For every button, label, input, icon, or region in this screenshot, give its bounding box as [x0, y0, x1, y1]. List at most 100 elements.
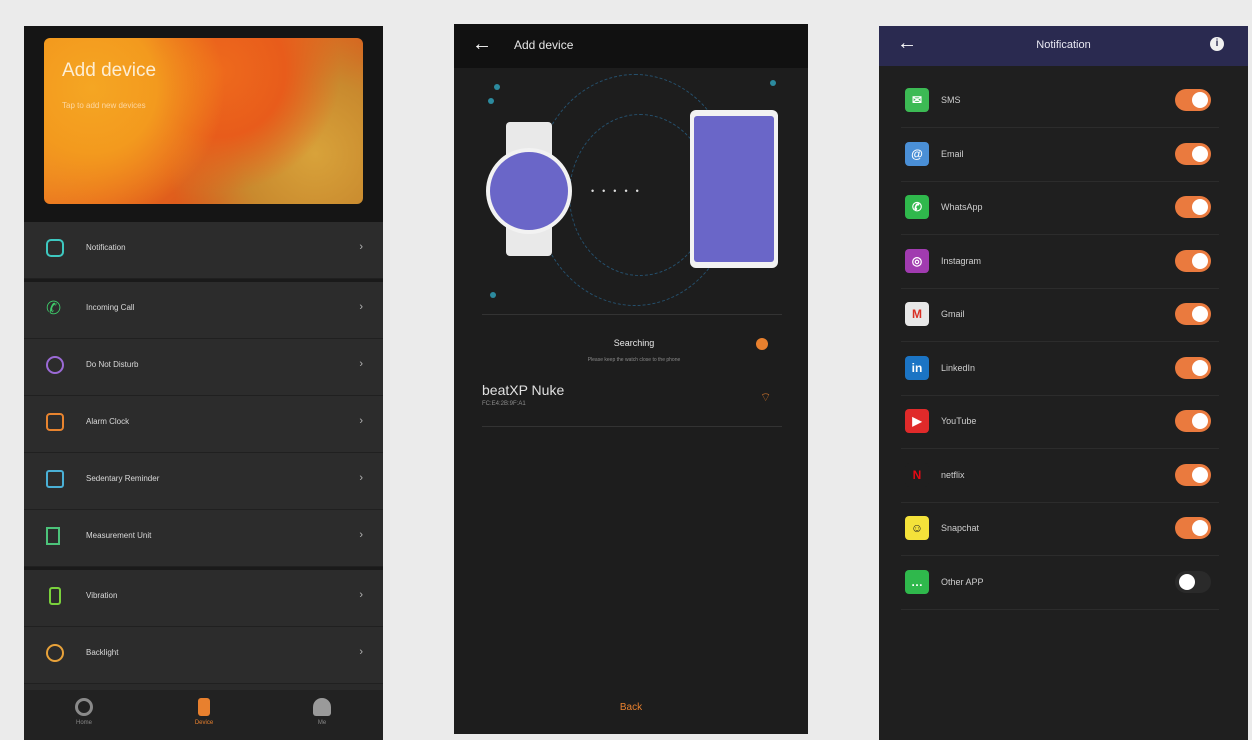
notification-row: in LinkedIn — [901, 342, 1219, 396]
tab-label: Me — [317, 720, 327, 726]
sms-icon: ✉ — [905, 88, 929, 112]
netflix-icon: N — [905, 462, 929, 487]
searching-hint: Please keep the watch close to the phone — [587, 357, 681, 363]
page-title: Add device — [514, 38, 574, 52]
menu-item-label: Alarm Clock — [86, 417, 130, 426]
moon-icon — [46, 356, 64, 374]
app-label: SMS — [941, 95, 961, 105]
other-app-icon: … — [905, 569, 929, 594]
back-arrow-icon[interactable]: ← — [472, 33, 492, 56]
notification-row: ✆ WhatsApp — [901, 181, 1219, 235]
chevron-right-icon: › — [359, 241, 363, 253]
instagram-icon: ◎ — [905, 248, 929, 273]
app-label: Other APP — [941, 576, 984, 587]
vibration-icon — [49, 587, 61, 605]
linkedin-icon: in — [905, 355, 929, 380]
divider — [482, 314, 782, 315]
menu-item-label: Backlight — [86, 648, 119, 657]
menu-item-label: Incoming Call — [86, 303, 135, 312]
notification-row: ☺ Snapchat — [901, 502, 1219, 556]
device-settings-screen: Add device Tap to add new devices Notifi… — [24, 26, 383, 740]
ruler-icon — [46, 527, 60, 545]
menu-item-do-not-disturb[interactable]: Do Not Disturb › — [24, 339, 383, 396]
tab-me[interactable]: Me — [292, 698, 352, 726]
email-icon: @ — [905, 141, 929, 166]
home-tab-icon — [75, 698, 93, 716]
notification-row: @ Email — [901, 128, 1219, 182]
notification-toggle[interactable] — [1175, 410, 1211, 432]
menu-item-alarm-clock[interactable]: Alarm Clock › — [24, 396, 383, 453]
chevron-right-icon: › — [359, 358, 363, 370]
snapchat-icon: ☺ — [905, 516, 929, 540]
app-label: Instagram — [941, 255, 982, 266]
menu-item-label: Sedentary Reminder — [86, 474, 160, 483]
notification-toggle[interactable] — [1175, 89, 1211, 111]
settings-menu: Notification › ✆ Incoming Call › Do Not … — [24, 222, 383, 684]
app-label: netflix — [941, 469, 965, 480]
notification-toggle[interactable] — [1175, 303, 1211, 325]
notification-toggle[interactable] — [1175, 356, 1211, 379]
app-label: Gmail — [941, 309, 965, 319]
chevron-right-icon: › — [359, 529, 363, 541]
toggle-knob — [1192, 252, 1208, 269]
menu-item-sedentary-reminder[interactable]: Sedentary Reminder › — [24, 453, 383, 510]
menu-item-label: Notification — [86, 243, 126, 252]
hero-subtitle: Tap to add new devices — [62, 101, 146, 110]
app-label: Snapchat — [941, 523, 980, 533]
notification-screen: ← Notification i ✉ SMS @ Email ✆ WhatsApp ◎ Ins… — [879, 26, 1248, 740]
menu-item-incoming-call[interactable]: ✆ Incoming Call › — [24, 279, 383, 339]
menu-item-backlight[interactable]: Backlight › — [24, 627, 383, 684]
menu-item-vibration[interactable]: Vibration › — [24, 567, 383, 627]
notification-toggle[interactable] — [1175, 249, 1211, 272]
toggle-knob — [1192, 466, 1208, 483]
add-device-screen: ← Add device ••••• Searching Please keep… — [454, 24, 808, 734]
tab-home[interactable]: Home — [54, 698, 114, 726]
notification-toggle[interactable] — [1175, 463, 1211, 486]
menu-item-label: Vibration — [86, 591, 118, 600]
menu-item-notification[interactable]: Notification › — [24, 222, 383, 279]
notification-row: Nnetflix — [901, 449, 1219, 503]
phone-notch — [716, 110, 744, 115]
notification-toggle[interactable] — [1175, 570, 1211, 593]
phone-icon: ✆ — [46, 298, 62, 318]
tab-label: Device — [194, 720, 214, 726]
searching-label: Searching — [613, 338, 655, 348]
radar-dot — [770, 80, 776, 86]
alarm-icon — [46, 413, 64, 431]
toggle-knob — [1179, 573, 1195, 590]
chevron-right-icon: › — [359, 301, 363, 313]
notification-icon — [46, 239, 64, 257]
app-label: LinkedIn — [941, 362, 976, 373]
hero-section: Add device Tap to add new devices — [24, 26, 383, 222]
device-name: beatXP Nuke — [482, 382, 565, 398]
menu-item-measurement-unit[interactable]: Measurement Unit › — [24, 510, 383, 567]
back-button[interactable]: Back — [454, 702, 808, 713]
profile-tab-icon — [313, 698, 331, 716]
pairing-dots: ••••• — [591, 186, 647, 196]
chevron-right-icon: › — [359, 589, 363, 601]
app-header: ← Add device — [454, 24, 808, 68]
add-device-card[interactable]: Add device Tap to add new devices — [44, 38, 363, 204]
sun-icon — [46, 644, 64, 662]
divider — [482, 426, 782, 427]
notification-row: ◎ Instagram — [901, 235, 1219, 289]
toggle-knob — [1192, 359, 1208, 376]
info-icon[interactable]: i — [1210, 37, 1224, 51]
home-icon — [46, 470, 64, 488]
app-label: WhatsApp — [941, 202, 983, 212]
bottom-tab-bar: Home Device Me — [24, 690, 383, 740]
watch-face — [486, 148, 572, 234]
chevron-right-icon: › — [359, 472, 363, 484]
toggle-knob — [1192, 92, 1208, 108]
tab-device[interactable]: Device — [174, 698, 234, 726]
loading-spinner-icon — [756, 338, 768, 350]
radar-dot — [494, 84, 500, 90]
notification-row: … Other APP — [901, 556, 1219, 610]
hero-title: Add device — [62, 60, 157, 81]
toggle-knob — [1192, 145, 1208, 162]
notification-toggle[interactable] — [1175, 142, 1211, 165]
notification-toggle[interactable] — [1175, 196, 1211, 218]
chevron-right-icon: › — [359, 646, 363, 658]
notification-toggle[interactable] — [1175, 517, 1211, 539]
chevron-right-icon: › — [359, 415, 363, 427]
